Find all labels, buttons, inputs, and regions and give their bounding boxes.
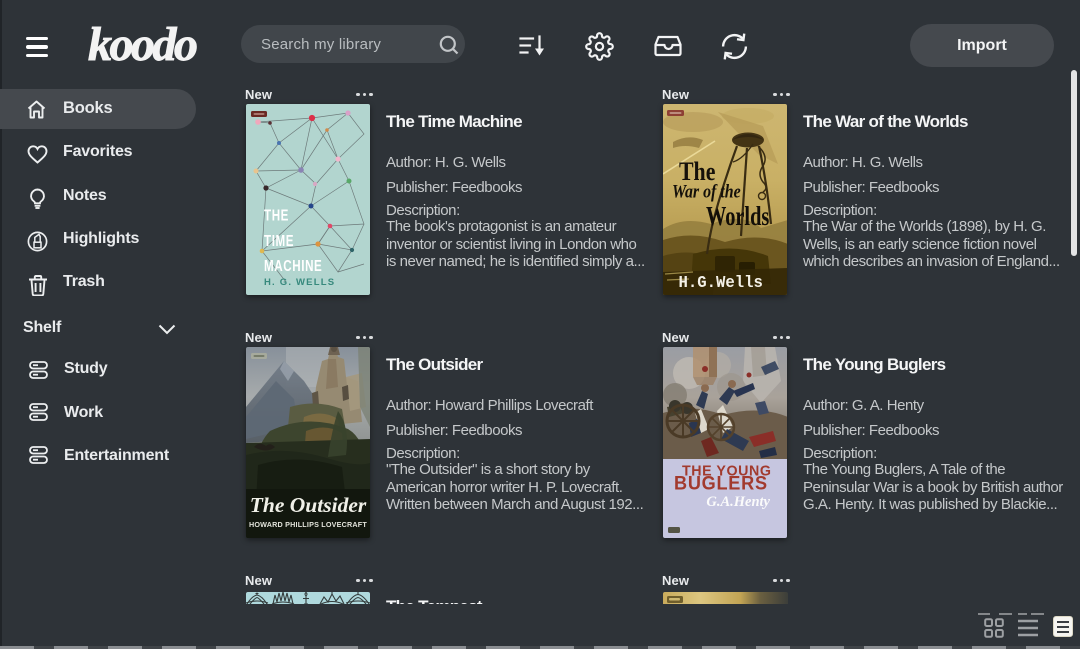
svg-text:MACHINE: MACHINE xyxy=(264,257,322,274)
svg-text:War of the: War of the xyxy=(672,181,741,201)
svg-text:H.G.Wells: H.G.Wells xyxy=(679,272,763,292)
svg-text:H. G. WELLS: H. G. WELLS xyxy=(264,277,335,288)
svg-text:THE: THE xyxy=(264,207,289,224)
svg-text:HOWARD PHILLIPS LOVECRAFT: HOWARD PHILLIPS LOVECRAFT xyxy=(249,520,367,529)
svg-text:G.A.Henty: G.A.Henty xyxy=(706,494,770,510)
svg-text:TIME: TIME xyxy=(264,232,294,249)
svg-text:BUGLERS: BUGLERS xyxy=(674,472,768,494)
svg-text:The Outsider: The Outsider xyxy=(250,493,367,517)
svg-text:Worlds: Worlds xyxy=(706,201,769,232)
